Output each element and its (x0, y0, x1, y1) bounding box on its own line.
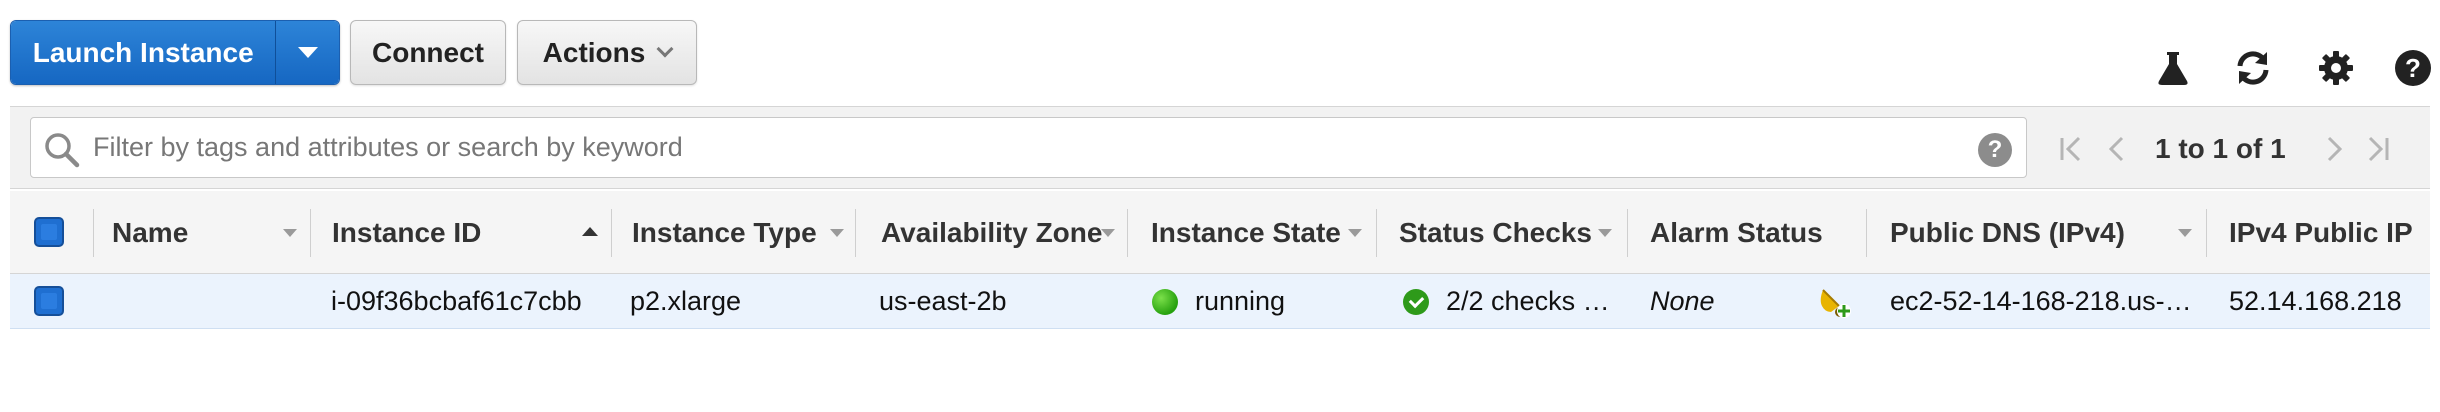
table-row[interactable]: i-09f36bcbaf61c7cbb p2.xlarge us-east-2b… (10, 274, 2430, 329)
row-select-checkbox[interactable] (34, 286, 64, 316)
column-header-availability-zone[interactable]: Availability Zone (881, 191, 1102, 274)
actions-label: Actions (542, 36, 646, 68)
svg-text:?: ? (2405, 53, 2421, 83)
search-input[interactable] (91, 118, 1951, 177)
previous-page-icon[interactable] (2099, 131, 2135, 167)
help-icon[interactable]: ? (2393, 48, 2433, 88)
column-divider (1866, 209, 1867, 257)
connect-label: Connect (372, 36, 484, 68)
cell-instance-state: running (1195, 286, 1286, 316)
sort-ascending-icon[interactable] (582, 227, 598, 236)
chevron-down-icon (656, 40, 674, 58)
refresh-icon[interactable] (2233, 48, 2273, 88)
cell-status-checks[interactable]: 2/2 checks … (1446, 274, 1621, 329)
column-header-name[interactable]: Name (112, 191, 188, 274)
column-divider (1627, 209, 1628, 257)
sort-caret-icon[interactable] (1101, 229, 1115, 237)
running-status-icon (1152, 289, 1178, 315)
column-header-status-checks[interactable]: Status Checks (1399, 191, 1592, 274)
add-alarm-bell-icon[interactable] (1813, 282, 1853, 322)
select-all-checkbox[interactable] (34, 217, 64, 247)
sort-caret-icon[interactable] (2178, 229, 2192, 237)
sort-caret-icon[interactable] (830, 229, 844, 237)
column-header-instance-id[interactable]: Instance ID (332, 191, 481, 274)
cell-alarm-status: None (1650, 286, 1715, 316)
cell-name (112, 274, 292, 329)
connect-button[interactable]: Connect (350, 20, 506, 85)
column-divider (93, 209, 94, 257)
launch-instance-button[interactable]: Launch Instance (11, 21, 276, 84)
search-icon (43, 131, 81, 169)
gear-icon[interactable] (2316, 48, 2356, 88)
column-header-alarm-status[interactable]: Alarm Status (1650, 191, 1823, 274)
sort-caret-icon[interactable] (283, 229, 297, 237)
column-divider (855, 209, 856, 257)
launch-instance-split-button: Launch Instance (10, 20, 340, 85)
first-page-icon[interactable] (2053, 131, 2089, 167)
cell-public-dns: ec2-52-14-168-218.us-… (1890, 286, 2190, 316)
flask-icon[interactable] (2153, 48, 2193, 88)
column-header-public-dns[interactable]: Public DNS (IPv4) (1890, 191, 2125, 274)
column-header-instance-state[interactable]: Instance State (1151, 191, 1341, 274)
column-divider (2206, 209, 2207, 257)
column-divider (1376, 209, 1377, 257)
cell-instance-type: p2.xlarge (630, 286, 742, 316)
pagination-text: 1 to 1 of 1 (2155, 133, 2286, 164)
filter-bar: ? 1 to 1 of 1 (10, 106, 2430, 189)
sort-caret-icon[interactable] (1348, 229, 1362, 237)
actions-button[interactable]: Actions (517, 20, 697, 85)
table-header: Name Instance ID Instance Type Availabil… (10, 191, 2430, 274)
column-header-instance-type[interactable]: Instance Type (632, 191, 817, 274)
filter-help-icon[interactable]: ? (1978, 133, 2012, 167)
last-page-icon[interactable] (2360, 131, 2396, 167)
search-box: ? (30, 117, 2027, 178)
launch-options-dropdown[interactable] (275, 21, 339, 84)
cell-instance-id: i-09f36bcbaf61c7cbb (331, 286, 582, 316)
caret-down-icon (297, 47, 318, 58)
cell-ipv4-public-ip: 52.14.168.218 (2229, 286, 2402, 316)
next-page-icon[interactable] (2316, 131, 2352, 167)
column-divider (611, 209, 612, 257)
column-header-ipv4-public-ip[interactable]: IPv4 Public IP (2229, 191, 2413, 274)
column-divider (310, 209, 311, 257)
column-divider (1127, 209, 1128, 257)
check-circle-icon (1403, 289, 1429, 315)
cell-availability-zone: us-east-2b (879, 286, 1007, 316)
sort-caret-icon[interactable] (1598, 229, 1612, 237)
